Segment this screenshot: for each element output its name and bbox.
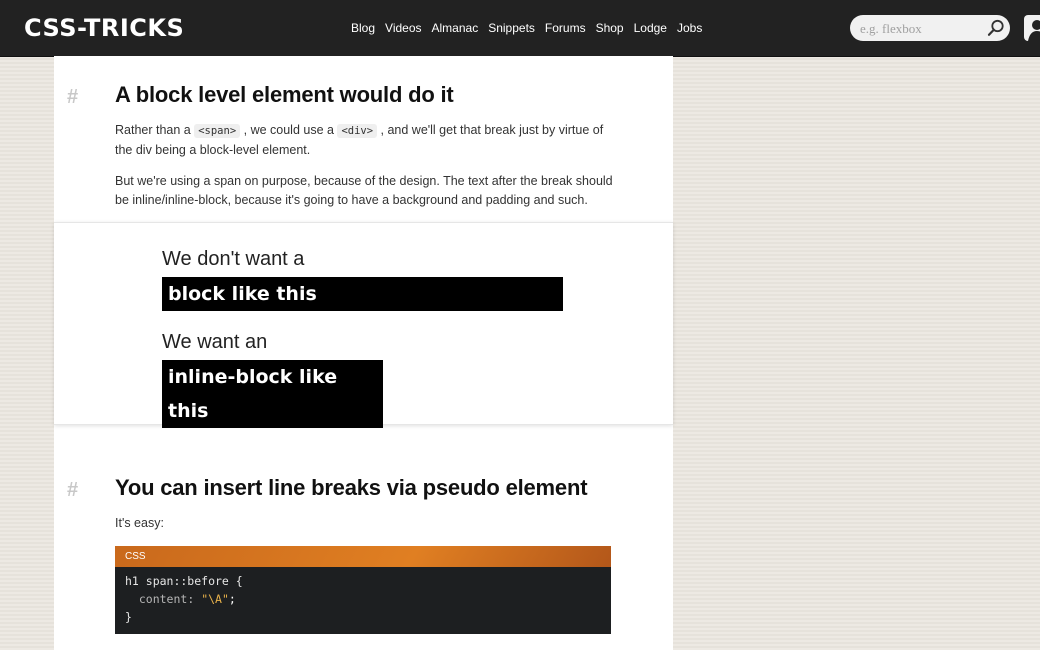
main-nav: Blog Videos Almanac Snippets Forums Shop… [346, 18, 707, 38]
demo-inline-block-example: inline-block like this [162, 360, 383, 428]
section-heading: A block level element would do it [115, 82, 454, 107]
nav-shop[interactable]: Shop [591, 18, 629, 38]
nav-blog[interactable]: Blog [346, 18, 380, 38]
demo-image: We don't want a block like this We want … [54, 222, 673, 428]
site-logo[interactable]: CSS-TRICKS [24, 12, 184, 44]
paragraph: Rather than a <span> , we could use a <d… [115, 121, 615, 160]
section-anchor-link[interactable]: # [67, 86, 78, 109]
search-icon[interactable] [986, 18, 1006, 38]
demo-caption: We want an [162, 331, 268, 353]
code-line: } [125, 610, 132, 624]
search-box [850, 15, 1010, 41]
nav-videos[interactable]: Videos [380, 18, 426, 38]
demo-caption: We don't want a [162, 248, 305, 270]
code-line: h1 span::before { [125, 574, 243, 588]
paragraph: It's easy: [115, 516, 164, 530]
nav-lodge[interactable]: Lodge [629, 18, 672, 38]
section-heading: You can insert line breaks via pseudo el… [115, 475, 588, 500]
code-block: CSS h1 span::before { content: "\A"; } [115, 546, 611, 634]
nav-almanac[interactable]: Almanac [427, 18, 484, 38]
code-property: content: [138, 592, 195, 606]
search-input[interactable] [858, 18, 982, 40]
code-line: content: "\A"; [125, 590, 601, 608]
code-string: "\A" [201, 592, 229, 606]
article-content: # A block level element would do it Rath… [54, 56, 673, 650]
nav-jobs[interactable]: Jobs [672, 18, 707, 38]
nav-forums[interactable]: Forums [540, 18, 591, 38]
site-header: CSS-TRICKS Blog Videos Almanac Snippets … [0, 0, 1040, 57]
paragraph-text: , we could use a [240, 123, 338, 137]
user-icon[interactable] [1024, 15, 1040, 41]
inline-code: <div> [337, 124, 378, 138]
inline-code: <span> [194, 124, 241, 138]
demo-block-example: block like this [162, 277, 563, 311]
section-anchor-link[interactable]: # [67, 479, 78, 502]
nav-snippets[interactable]: Snippets [483, 18, 540, 38]
paragraph: But we're using a span on purpose, becau… [115, 174, 613, 207]
code-language-label: CSS [115, 546, 611, 567]
paragraph-text: Rather than a [115, 123, 195, 137]
code-punctuation: ; [228, 592, 236, 606]
code-content[interactable]: h1 span::before { content: "\A"; } [115, 567, 611, 634]
